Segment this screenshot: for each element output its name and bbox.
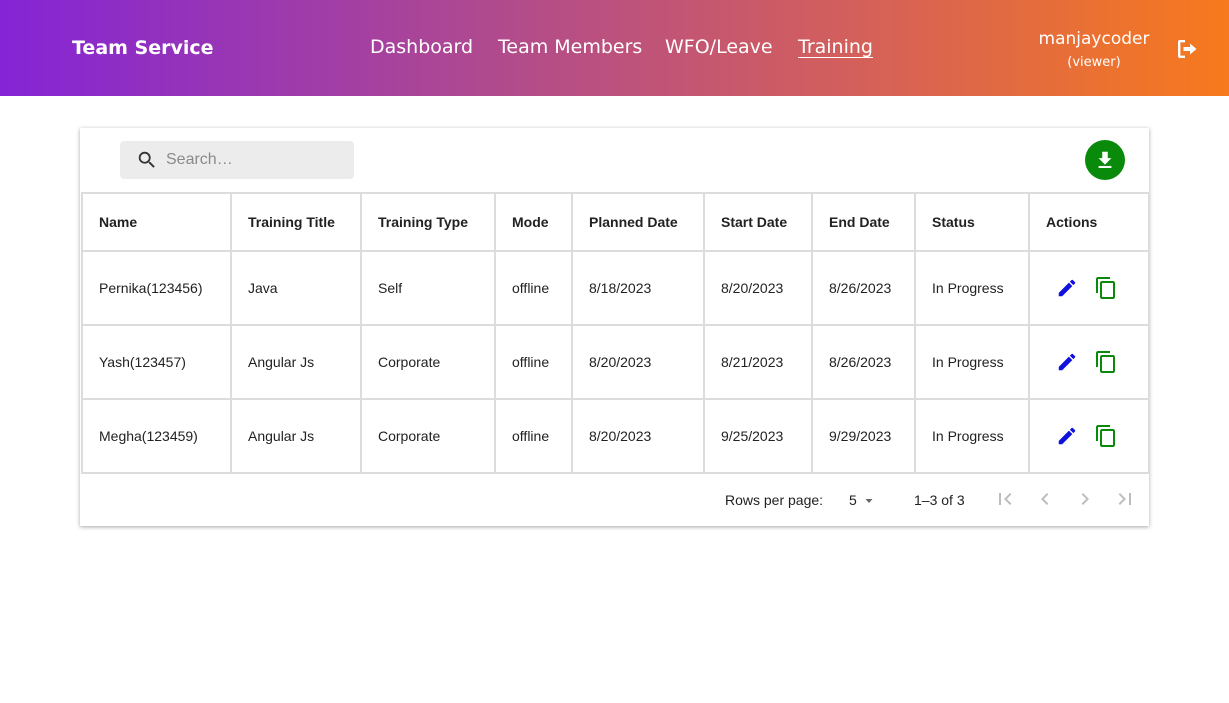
- training-table: Name Training Title Training Type Mode P…: [81, 192, 1150, 474]
- cell-end-date: 9/29/2023: [811, 398, 916, 474]
- col-header-training-type[interactable]: Training Type: [360, 192, 496, 252]
- rows-per-page-select[interactable]: 5: [849, 489, 881, 511]
- col-header-mode[interactable]: Mode: [494, 192, 573, 252]
- training-table-card: Name Training Title Training Type Mode P…: [80, 128, 1150, 526]
- cell-start-date: 8/20/2023: [703, 250, 813, 326]
- copy-icon[interactable]: [1094, 276, 1118, 300]
- download-button[interactable]: [1085, 140, 1125, 180]
- download-icon: [1098, 151, 1112, 168]
- cell-status: In Progress: [914, 398, 1030, 474]
- nav-training[interactable]: Training: [798, 36, 873, 58]
- search-input[interactable]: [166, 141, 346, 179]
- table-header-row: Name Training Title Training Type Mode P…: [81, 192, 1150, 252]
- col-header-actions: Actions: [1028, 192, 1150, 252]
- last-page-icon[interactable]: [1113, 487, 1137, 511]
- cell-status: In Progress: [914, 250, 1030, 326]
- user-role: (viewer): [1067, 55, 1121, 70]
- cell-status: In Progress: [914, 324, 1030, 400]
- nav-team-members[interactable]: Team Members: [498, 36, 642, 58]
- table-row: Pernika(123456) Java Self offline 8/18/2…: [81, 250, 1150, 326]
- nav-dashboard[interactable]: Dashboard: [370, 36, 473, 58]
- brand-title[interactable]: Team Service: [72, 37, 214, 59]
- cell-end-date: 8/26/2023: [811, 250, 916, 326]
- col-header-planned-date[interactable]: Planned Date: [571, 192, 705, 252]
- pagination-range: 1–3 of 3: [914, 492, 965, 508]
- cell-actions: [1028, 250, 1150, 326]
- app-header: Team Service Dashboard Team Members WFO/…: [0, 0, 1229, 96]
- cell-planned-date: 8/18/2023: [571, 250, 705, 326]
- chevron-left-icon[interactable]: [1033, 487, 1057, 511]
- cell-mode: offline: [494, 324, 573, 400]
- table-pagination: Rows per page: 5 1–3 of 3: [80, 473, 1149, 526]
- rows-per-page-label: Rows per page:: [725, 492, 824, 508]
- logout-icon[interactable]: [1175, 37, 1199, 61]
- cell-training-title: Java: [230, 250, 362, 326]
- col-header-start-date[interactable]: Start Date: [703, 192, 813, 252]
- cell-actions: [1028, 324, 1150, 400]
- cell-planned-date: 8/20/2023: [571, 398, 705, 474]
- col-header-name[interactable]: Name: [81, 192, 232, 252]
- cell-training-title: Angular Js: [230, 398, 362, 474]
- table-row: Megha(123459) Angular Js Corporate offli…: [81, 398, 1150, 474]
- cell-end-date: 8/26/2023: [811, 324, 916, 400]
- col-header-end-date[interactable]: End Date: [811, 192, 916, 252]
- table-row: Yash(123457) Angular Js Corporate offlin…: [81, 324, 1150, 400]
- user-info: manjaycoder (viewer): [1034, 29, 1154, 70]
- cell-mode: offline: [494, 398, 573, 474]
- cell-mode: offline: [494, 250, 573, 326]
- nav-wfo-leave[interactable]: WFO/Leave: [665, 36, 773, 58]
- cell-start-date: 8/21/2023: [703, 324, 813, 400]
- cell-planned-date: 8/20/2023: [571, 324, 705, 400]
- cell-training-type: Self: [360, 250, 496, 326]
- chevron-right-icon[interactable]: [1073, 487, 1097, 511]
- cell-training-type: Corporate: [360, 398, 496, 474]
- cell-actions: [1028, 398, 1150, 474]
- first-page-icon[interactable]: [993, 487, 1017, 511]
- user-name: manjaycoder: [1038, 29, 1150, 49]
- col-header-status[interactable]: Status: [914, 192, 1030, 252]
- edit-icon[interactable]: [1056, 351, 1078, 373]
- search-icon: [138, 151, 155, 168]
- cell-name: Pernika(123456): [81, 250, 232, 326]
- cell-training-title: Angular Js: [230, 324, 362, 400]
- cell-name: Megha(123459): [81, 398, 232, 474]
- rows-per-page-value: 5: [849, 492, 857, 508]
- search-box[interactable]: [120, 141, 354, 179]
- cell-start-date: 9/25/2023: [703, 398, 813, 474]
- cell-name: Yash(123457): [81, 324, 232, 400]
- col-header-training-title[interactable]: Training Title: [230, 192, 362, 252]
- edit-icon[interactable]: [1056, 277, 1078, 299]
- copy-icon[interactable]: [1094, 350, 1118, 374]
- caret-down-icon: [865, 499, 873, 503]
- copy-icon[interactable]: [1094, 424, 1118, 448]
- cell-training-type: Corporate: [360, 324, 496, 400]
- edit-icon[interactable]: [1056, 425, 1078, 447]
